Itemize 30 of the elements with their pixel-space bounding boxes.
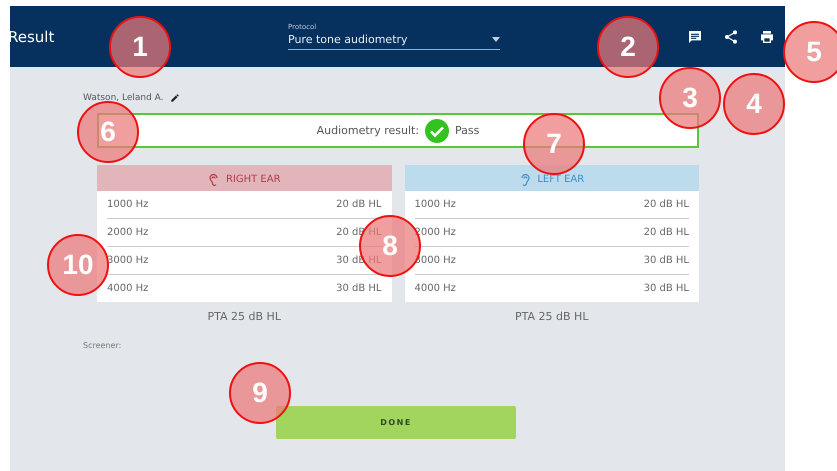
comment-icon[interactable] <box>687 28 703 44</box>
frequency-cell: 4000 Hz <box>107 283 148 294</box>
screener-label: Screener: <box>83 341 122 350</box>
frequency-cell: 1000 Hz <box>107 199 148 210</box>
pta-value: PTA 25 dB HL <box>514 310 590 323</box>
patient-name: Watson, Leland A. <box>83 93 164 103</box>
protocol-dropdown[interactable]: Pure tone audiometry <box>288 31 500 50</box>
ear-icon <box>519 172 532 186</box>
frequency-cell: 2000 Hz <box>107 227 148 238</box>
threshold-cell: 20 dB HL <box>644 227 689 238</box>
frequency-cell: 4000 Hz <box>414 283 456 294</box>
threshold-cell: 30 dB HL <box>336 283 382 294</box>
caret-icon <box>492 37 500 42</box>
threshold-cell: 20 dB HL <box>644 199 689 210</box>
callout-marker: 5 <box>783 21 837 83</box>
threshold-cell: 30 dB HL <box>644 255 689 266</box>
edit-icon[interactable] <box>170 93 180 103</box>
ear-title: RIGHT EAR <box>226 174 281 185</box>
ear-icon <box>208 172 220 186</box>
share-icon[interactable] <box>723 28 739 44</box>
print-icon[interactable] <box>759 28 775 44</box>
result-label: Audiometry result: <box>316 124 420 137</box>
frequency-cell: 1000 Hz <box>414 199 456 210</box>
threshold-cell: 20 dB HL <box>336 199 382 210</box>
done-button[interactable]: DONE <box>276 406 516 439</box>
result-value: Pass <box>455 124 480 137</box>
page-title: Result <box>8 28 56 46</box>
threshold-cell: 30 dB HL <box>644 283 689 294</box>
pta-value: PTA 25 dB HL <box>206 310 282 323</box>
ear-title: LEFT EAR <box>537 174 584 185</box>
